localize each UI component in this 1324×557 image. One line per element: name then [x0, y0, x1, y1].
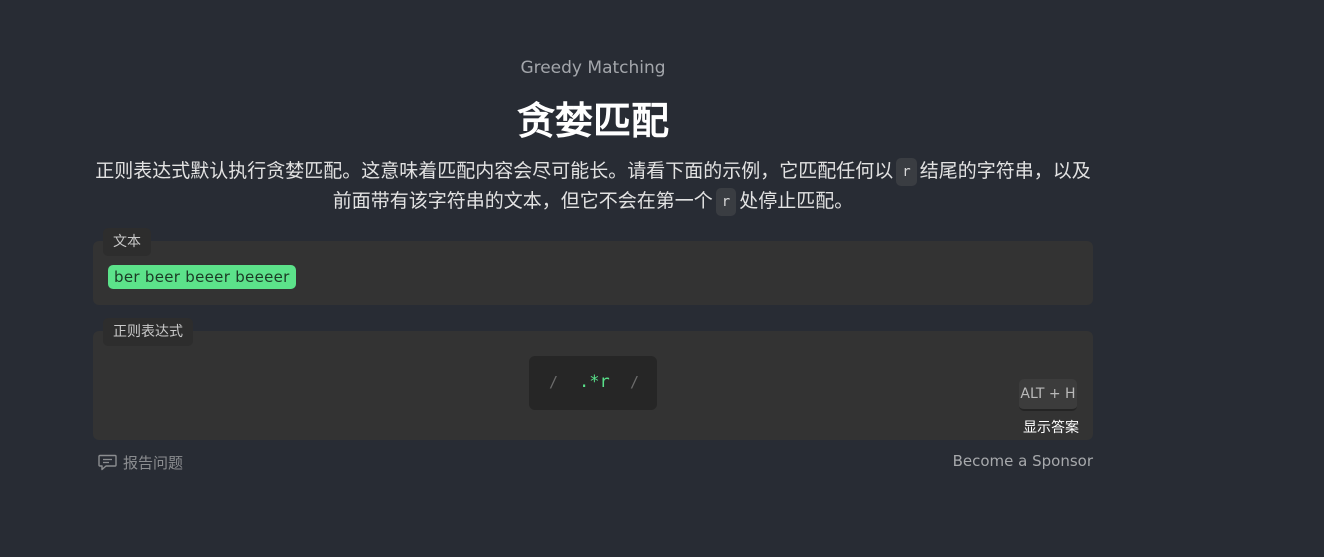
regex-value[interactable]: .*r [579, 372, 610, 392]
lesson-subtitle: Greedy Matching [520, 58, 666, 78]
regex-slash-right: / [630, 373, 640, 391]
regex-panel-label: 正则表达式 [103, 318, 193, 346]
comment-icon [98, 454, 117, 471]
become-sponsor-link[interactable]: Become a Sponsor [953, 452, 1093, 470]
lesson-page: Greedy Matching 贪婪匹配 正则表达式默认执行贪婪匹配。这意味着匹… [0, 0, 1324, 557]
description-text-3: 处停止匹配。 [739, 190, 854, 212]
show-answer-shortcut-key[interactable]: ALT + H [1019, 379, 1077, 411]
lesson-title: 贪婪匹配 [516, 99, 669, 143]
inline-code-r-second: r [715, 187, 737, 216]
report-issue-link[interactable]: 报告问题 [98, 452, 183, 473]
description-text-1: 正则表达式默认执行贪婪匹配。这意味着匹配内容会尽可能长。请看下面的示例，它匹配任… [95, 160, 894, 182]
text-panel-label: 文本 [103, 228, 151, 256]
regex-slash-left: / [549, 373, 559, 391]
matched-text-highlight: ber beer beeer beeeer [108, 265, 296, 289]
regex-input[interactable]: / .*r / [529, 356, 657, 410]
inline-code-r: r [896, 157, 917, 186]
lesson-description: 正则表达式默认执行贪婪匹配。这意味着匹配内容会尽可能长。请看下面的示例，它匹配任… [93, 156, 1093, 216]
report-issue-label: 报告问题 [123, 454, 184, 472]
show-answer-button[interactable]: 显示答案 [1023, 417, 1079, 437]
